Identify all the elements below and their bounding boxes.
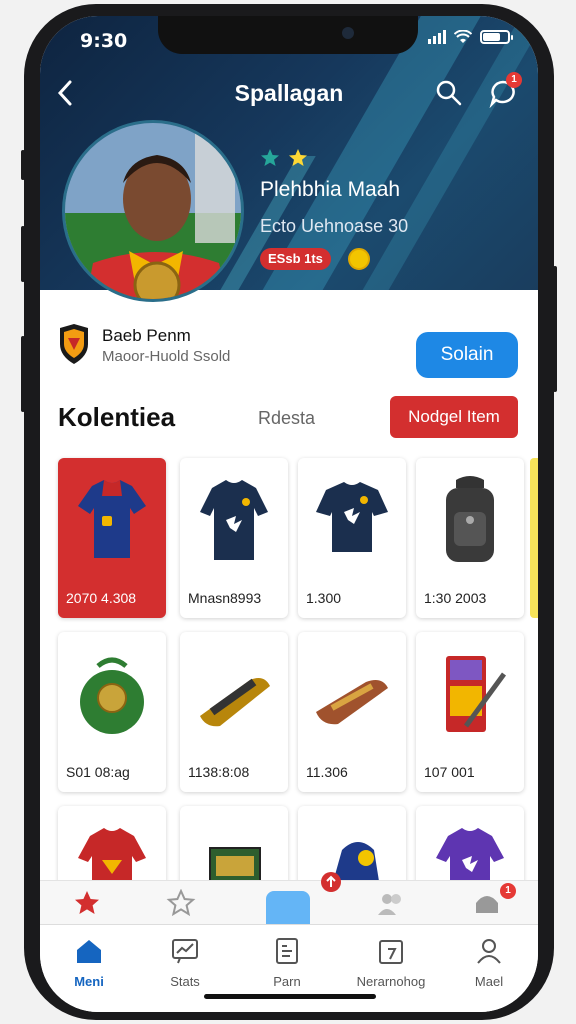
wifi-icon — [454, 30, 472, 43]
home-indicator[interactable] — [204, 994, 376, 999]
notification-badge: 1 — [506, 72, 522, 88]
collection-card[interactable]: S01 08:ag — [58, 632, 166, 792]
tab-label: Nerarnohog — [356, 974, 426, 989]
search-button[interactable] — [434, 78, 464, 108]
tab-stats[interactable]: Stats — [140, 937, 230, 989]
phone-notch — [158, 16, 418, 54]
phone-screen: 9:30 Spallagan 1 Plehbhia Maah Ecto Uehn… — [40, 16, 538, 1012]
ball-icon — [80, 657, 144, 734]
search-icon — [436, 80, 462, 106]
backpack-icon — [446, 476, 494, 562]
tab-home[interactable]: Meni — [44, 937, 134, 989]
club-subtitle: Maoor-Huold Ssold — [102, 348, 231, 365]
jersey-icon — [200, 480, 268, 560]
bell-icon — [476, 896, 498, 913]
chart-icon — [172, 939, 198, 964]
item-price: 11.306 — [306, 764, 348, 780]
club-name: Baeb Penm — [102, 326, 191, 345]
item-price: 2070 4.308 — [66, 590, 137, 606]
tab-label: Parn — [273, 974, 301, 989]
player-rating — [260, 148, 308, 168]
status-icons — [428, 30, 513, 44]
tab-label: Mael — [474, 974, 504, 989]
signal-icon — [428, 30, 446, 44]
item-price: 1.300 — [306, 590, 342, 606]
club-crest-icon — [60, 324, 88, 364]
star-filled-icon — [75, 891, 99, 914]
camera-icon — [342, 27, 354, 39]
document-icon — [276, 938, 298, 964]
collection-title: Kolentiea — [58, 402, 176, 432]
player-subtitle: Ecto Uehnoase 30 — [260, 216, 409, 236]
notifications-button[interactable]: 1 — [488, 72, 522, 109]
item-price: 107 001 — [424, 764, 475, 780]
tab-schedule[interactable]: Nerarnohog — [346, 937, 436, 989]
star-icon — [289, 149, 307, 166]
collection-card[interactable]: 1:30 2003 — [416, 458, 524, 618]
player-photo — [65, 123, 241, 299]
coin-icon — [348, 248, 370, 270]
status-time: 9:30 — [80, 30, 128, 52]
category-tab-alerts[interactable]: 1 — [472, 883, 516, 917]
collection-link[interactable]: Rdesta — [258, 408, 315, 429]
shirt-icon — [316, 482, 388, 552]
club-action-button[interactable]: Solain — [416, 332, 518, 378]
collection-header: Kolentiea Rdesta Nodgel Item — [40, 396, 538, 446]
collection-card[interactable]: 1138:8:08 — [180, 632, 288, 792]
collection-card[interactable]: 2070 4.308 — [58, 458, 166, 618]
battery-icon — [480, 30, 513, 44]
club-row: Baeb Penm Maoor-Huold Ssold Solain — [40, 306, 538, 386]
category-tab-people[interactable] — [376, 889, 406, 917]
category-tab-rated[interactable] — [166, 888, 196, 917]
player-name: Plehbhia Maah — [260, 178, 401, 201]
player-avatar[interactable] — [62, 120, 244, 302]
star-outline-icon — [166, 888, 196, 917]
jersey-icon — [78, 480, 146, 558]
collection-card[interactable]: 107 001 — [416, 632, 524, 792]
calendar-icon — [379, 940, 403, 964]
tab-label: Meni — [74, 974, 104, 989]
collection-card[interactable]: Mnasn8993 — [180, 458, 288, 618]
boot-icon — [200, 678, 270, 727]
collection-card-edge[interactable] — [530, 458, 538, 618]
group-icon — [378, 894, 401, 915]
boot-icon — [316, 680, 388, 725]
alerts-badge: 1 — [500, 883, 516, 899]
item-price: 1138:8:08 — [188, 764, 250, 780]
item-price: Mnasn8993 — [188, 590, 262, 606]
star-icon — [261, 149, 279, 166]
card-pack-icon — [446, 656, 507, 732]
profile-icon — [477, 939, 501, 964]
home-icon — [77, 940, 101, 963]
category-tab-center[interactable] — [266, 891, 310, 925]
category-tabs: 1 — [40, 872, 538, 925]
tab-plan[interactable]: Parn — [242, 937, 332, 989]
collection-card[interactable]: 11.306 — [298, 632, 406, 792]
category-tab-favorites[interactable] — [72, 889, 102, 917]
red-arrow-icon — [321, 872, 341, 892]
phone-frame: 9:30 Spallagan 1 Plehbhia Maah Ecto Uehn… — [24, 4, 554, 1020]
tab-profile[interactable]: Mael — [444, 937, 534, 989]
item-price: 1:30 2003 — [424, 590, 487, 606]
collection-card[interactable]: 1.300 — [298, 458, 406, 618]
tab-label: Stats — [170, 974, 200, 989]
player-tag-badge: ESsb 1ts — [260, 248, 331, 270]
add-item-button[interactable]: Nodgel Item — [390, 396, 518, 438]
item-price: S01 08:ag — [66, 764, 130, 780]
